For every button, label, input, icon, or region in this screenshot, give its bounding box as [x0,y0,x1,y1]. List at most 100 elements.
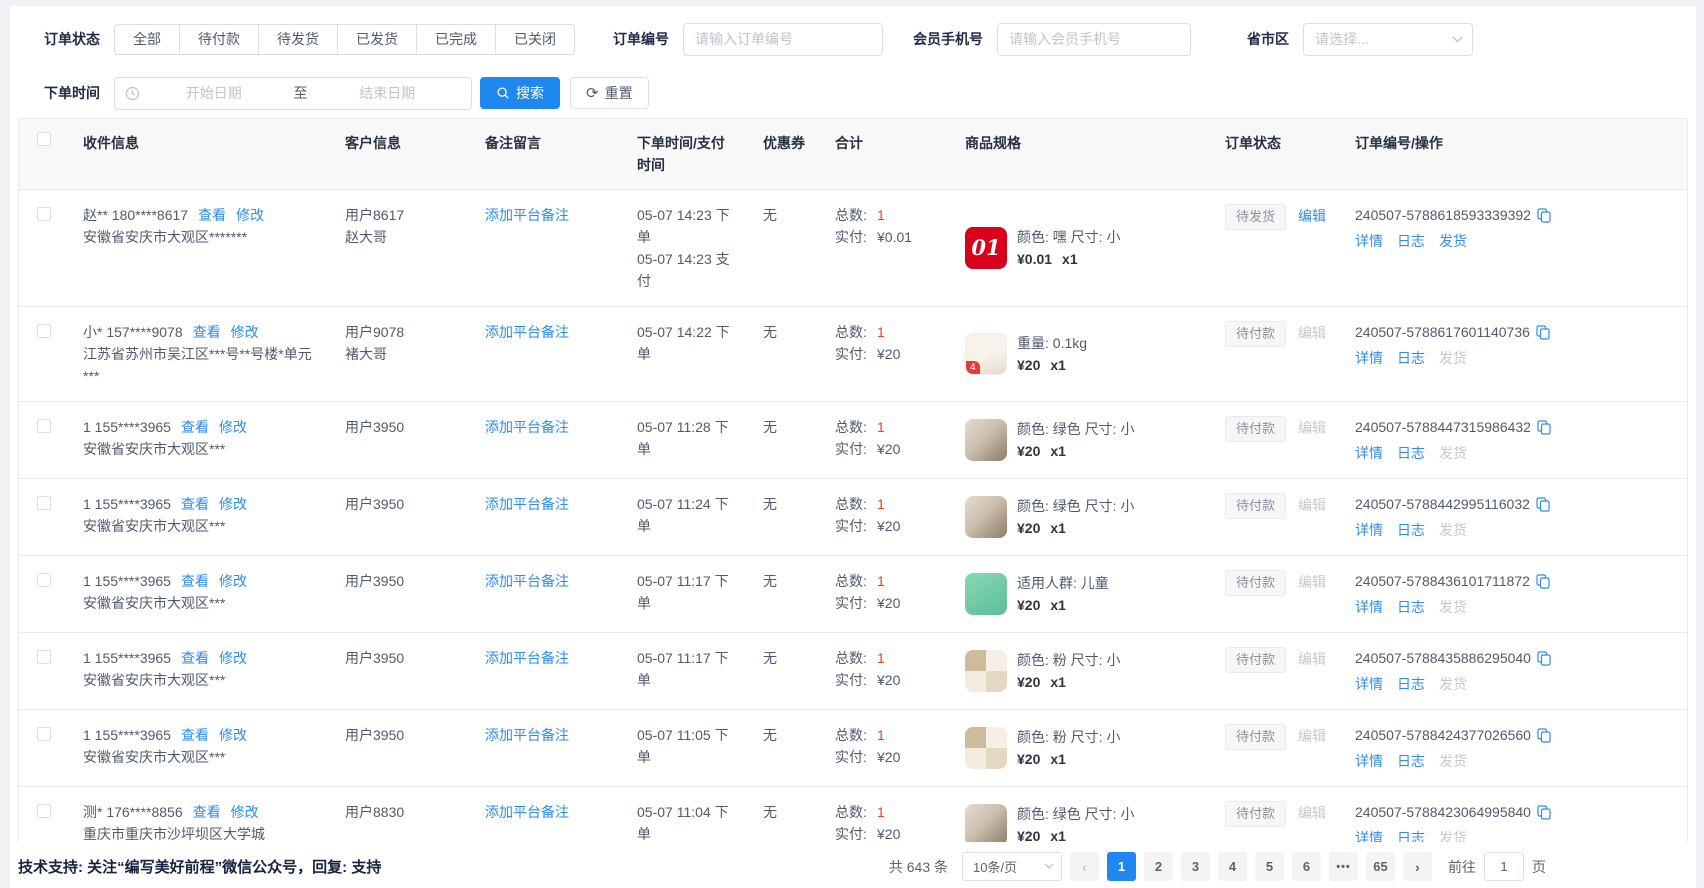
page-button-last[interactable]: 65 [1366,852,1395,881]
edit-status-link[interactable]: 编辑 [1298,651,1326,667]
log-link[interactable]: 日志 [1397,522,1425,538]
page-button-1[interactable]: 1 [1107,852,1136,881]
page-button-2[interactable]: 2 [1144,852,1173,881]
ship-link[interactable]: 发货 [1439,830,1467,842]
status-filter-shipped[interactable]: 已发货 [337,24,417,55]
search-button[interactable]: 搜索 [480,77,560,109]
status-filter-pending-shipment[interactable]: 待发货 [258,24,338,55]
view-link[interactable]: 查看 [181,496,209,512]
row-checkbox[interactable] [37,419,51,433]
view-link[interactable]: 查看 [193,324,221,340]
modify-link[interactable]: 修改 [236,207,264,223]
ship-link[interactable]: 发货 [1439,445,1467,461]
log-link[interactable]: 日志 [1397,830,1425,842]
page-size-select[interactable]: 10条/页 [962,852,1062,881]
ship-link[interactable]: 发货 [1439,599,1467,615]
detail-link[interactable]: 详情 [1355,676,1383,692]
detail-link[interactable]: 详情 [1355,522,1383,538]
ship-link[interactable]: 发货 [1439,753,1467,769]
row-checkbox[interactable] [37,207,51,221]
status-filter-completed[interactable]: 已完成 [416,24,496,55]
page-button-6[interactable]: 6 [1292,852,1321,881]
ship-link[interactable]: 发货 [1439,522,1467,538]
row-checkbox[interactable] [37,804,51,818]
edit-status-link[interactable]: 编辑 [1298,325,1326,341]
date-range-picker[interactable]: 开始日期 至 结束日期 [114,77,472,110]
row-checkbox[interactable] [37,324,51,338]
modify-link[interactable]: 修改 [231,324,259,340]
more-pages-button[interactable]: ••• [1329,852,1358,881]
log-link[interactable]: 日志 [1397,599,1425,615]
add-note-link[interactable]: 添加平台备注 [485,419,569,435]
add-note-link[interactable]: 添加平台备注 [485,727,569,743]
row-checkbox[interactable] [37,650,51,664]
modify-link[interactable]: 修改 [219,727,247,743]
log-link[interactable]: 日志 [1397,233,1425,249]
row-checkbox[interactable] [37,573,51,587]
region-select[interactable]: 请选择... [1303,23,1473,56]
detail-link[interactable]: 详情 [1355,350,1383,366]
log-link[interactable]: 日志 [1397,445,1425,461]
page-button-5[interactable]: 5 [1255,852,1284,881]
edit-status-link[interactable]: 编辑 [1298,497,1326,513]
page-button-4[interactable]: 4 [1218,852,1247,881]
view-link[interactable]: 查看 [181,650,209,666]
select-all-checkbox[interactable] [37,132,51,146]
log-link[interactable]: 日志 [1397,753,1425,769]
add-note-link[interactable]: 添加平台备注 [485,804,569,820]
view-link[interactable]: 查看 [181,727,209,743]
copy-icon[interactable] [1536,325,1550,340]
detail-link[interactable]: 详情 [1355,445,1383,461]
product-price: ¥20 [1017,597,1040,613]
row-checkbox[interactable] [37,727,51,741]
detail-link[interactable]: 详情 [1355,599,1383,615]
copy-icon[interactable] [1537,728,1551,743]
status-filter-pending-payment[interactable]: 待付款 [179,24,259,55]
goto-page-input[interactable] [1484,852,1524,881]
copy-icon[interactable] [1537,420,1551,435]
reset-button[interactable]: ⟳ 重置 [570,77,649,109]
modify-link[interactable]: 修改 [219,496,247,512]
ship-link[interactable]: 发货 [1439,676,1467,692]
order-number: 240507-5788436101711872 [1355,570,1530,592]
edit-status-link[interactable]: 编辑 [1298,574,1326,590]
modify-link[interactable]: 修改 [219,419,247,435]
log-link[interactable]: 日志 [1397,350,1425,366]
detail-link[interactable]: 详情 [1355,233,1383,249]
member-phone-input[interactable] [997,23,1191,56]
receiver-name: 1 155****3965 [83,496,171,512]
copy-icon[interactable] [1537,651,1551,666]
view-link[interactable]: 查看 [181,419,209,435]
edit-status-link[interactable]: 编辑 [1298,728,1326,744]
copy-icon[interactable] [1537,805,1551,820]
ship-link[interactable]: 发货 [1439,233,1467,249]
detail-link[interactable]: 详情 [1355,830,1383,842]
modify-link[interactable]: 修改 [219,650,247,666]
edit-status-link[interactable]: 编辑 [1298,805,1326,821]
copy-icon[interactable] [1536,574,1550,589]
add-note-link[interactable]: 添加平台备注 [485,324,569,340]
prev-page-button[interactable]: ‹ [1070,852,1099,881]
view-link[interactable]: 查看 [181,573,209,589]
modify-link[interactable]: 修改 [231,804,259,820]
copy-icon[interactable] [1537,208,1551,223]
edit-status-link[interactable]: 编辑 [1298,208,1326,224]
add-note-link[interactable]: 添加平台备注 [485,650,569,666]
page-button-3[interactable]: 3 [1181,852,1210,881]
modify-link[interactable]: 修改 [219,573,247,589]
detail-link[interactable]: 详情 [1355,753,1383,769]
view-link[interactable]: 查看 [198,207,226,223]
row-checkbox[interactable] [37,496,51,510]
status-filter-all[interactable]: 全部 [114,24,180,55]
copy-icon[interactable] [1536,497,1550,512]
view-link[interactable]: 查看 [193,804,221,820]
ship-link[interactable]: 发货 [1439,350,1467,366]
add-note-link[interactable]: 添加平台备注 [485,496,569,512]
order-no-input[interactable] [683,23,883,56]
add-note-link[interactable]: 添加平台备注 [485,573,569,589]
edit-status-link[interactable]: 编辑 [1298,420,1326,436]
log-link[interactable]: 日志 [1397,676,1425,692]
status-filter-closed[interactable]: 已关闭 [495,24,575,55]
add-note-link[interactable]: 添加平台备注 [485,207,569,223]
next-page-button[interactable]: › [1403,852,1432,881]
